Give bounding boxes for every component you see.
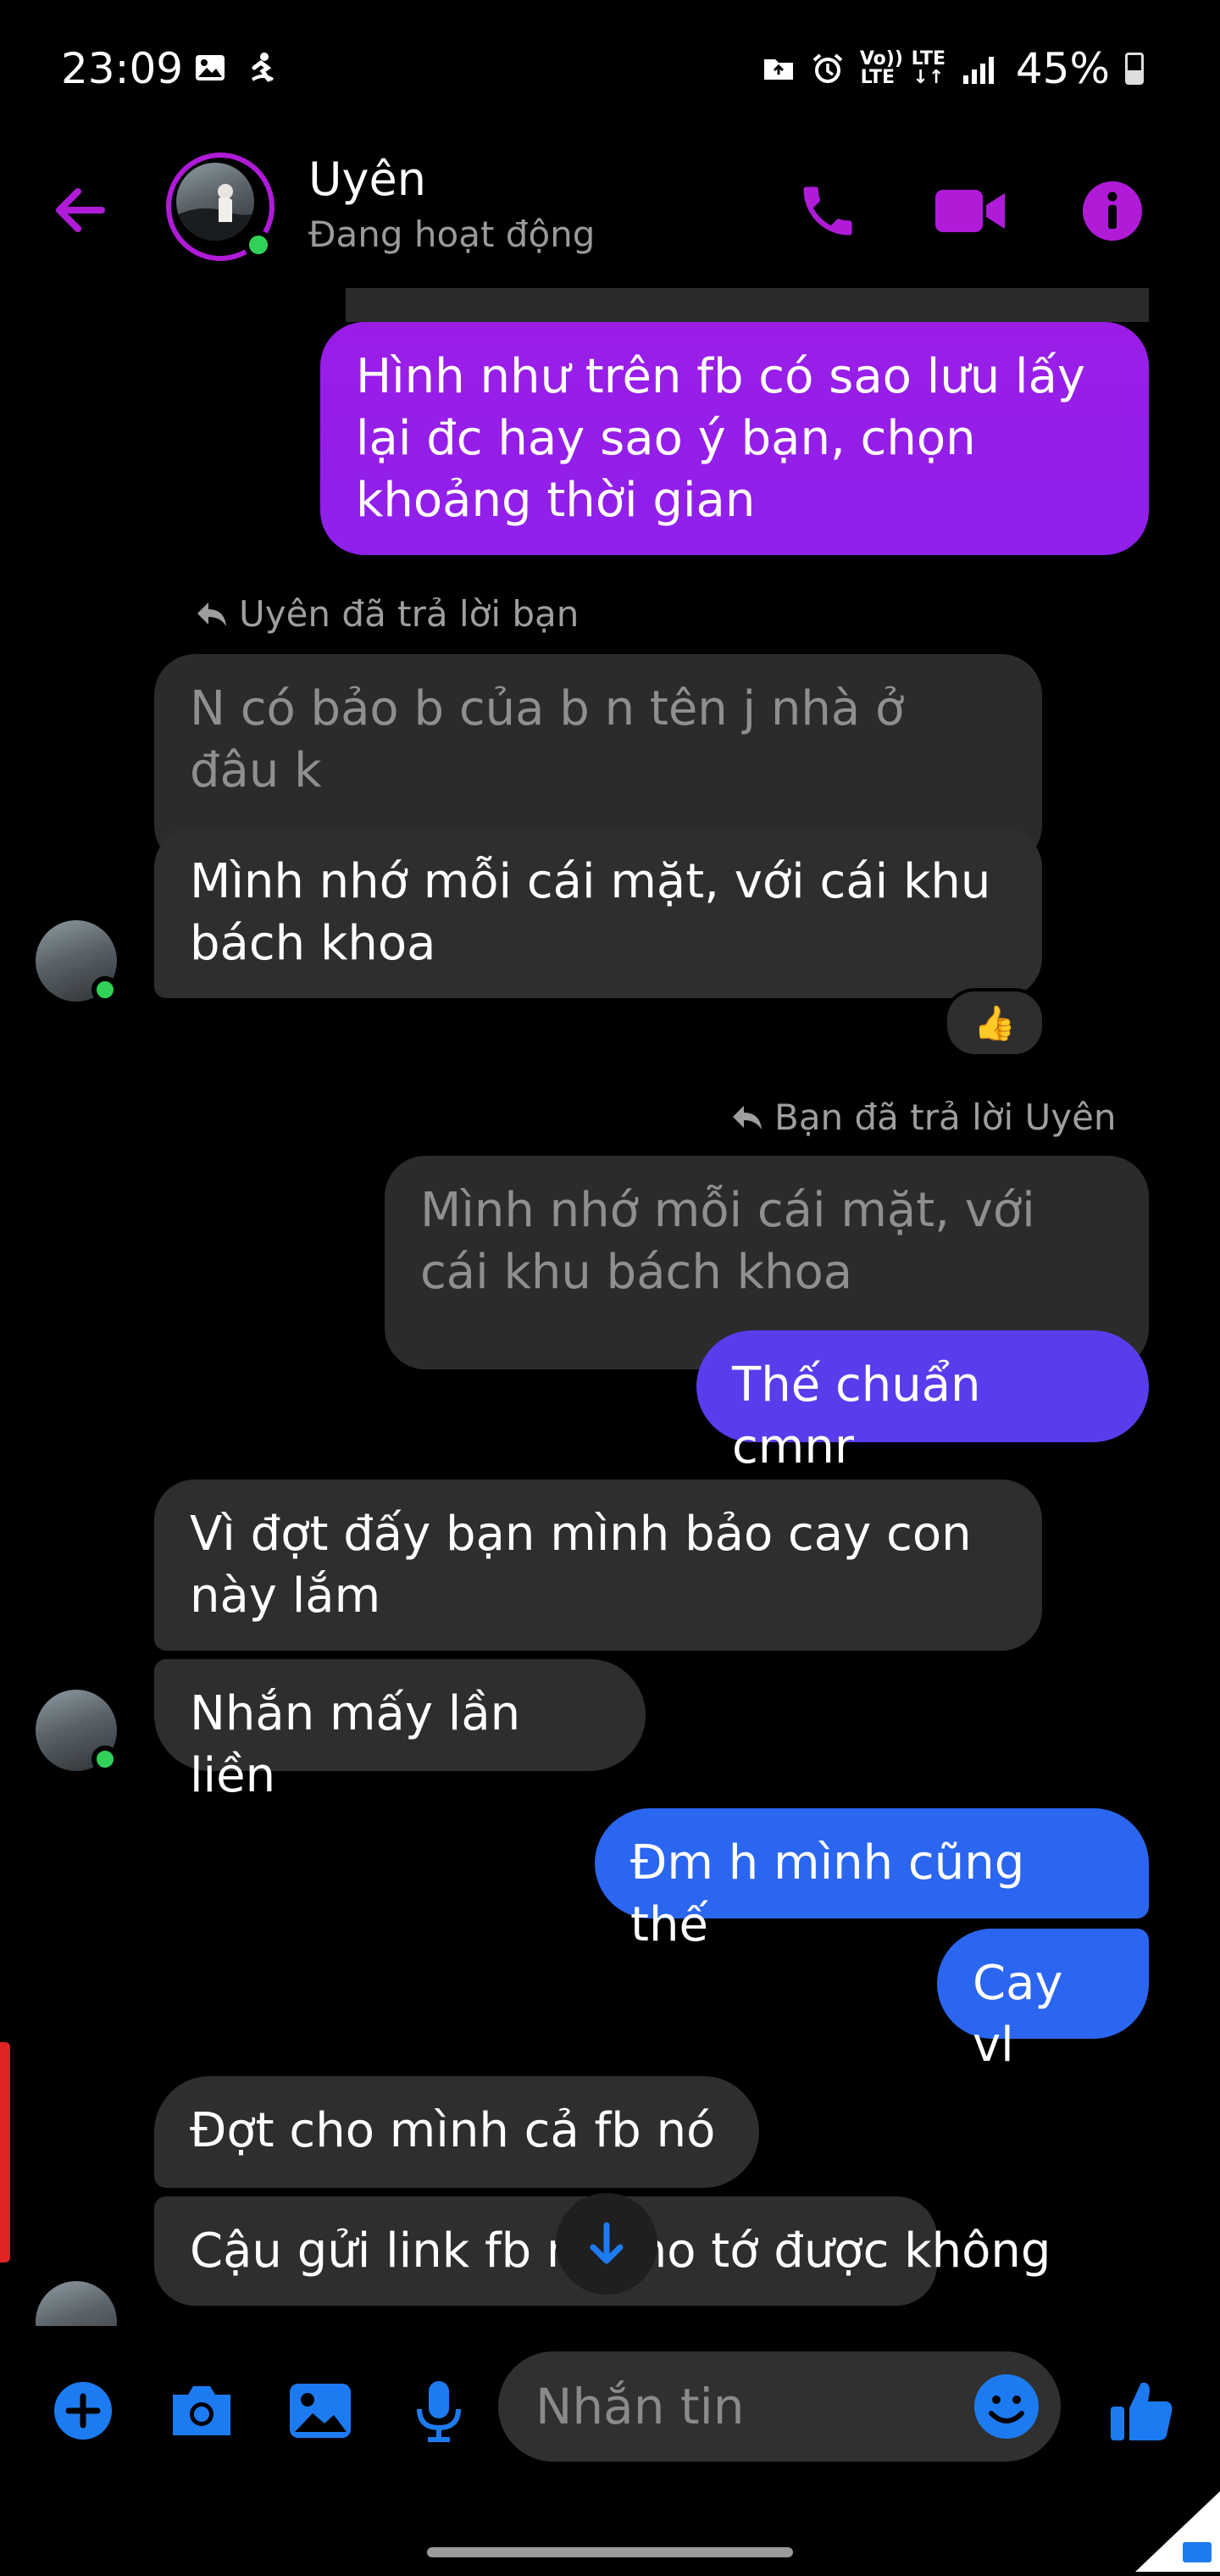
sender-avatar[interactable] bbox=[36, 1690, 119, 1773]
back-button[interactable] bbox=[47, 176, 115, 244]
sender-avatar[interactable] bbox=[36, 2281, 117, 2326]
info-button[interactable] bbox=[1074, 173, 1151, 249]
online-indicator bbox=[92, 976, 119, 1003]
composer-bar: Nhắn tin bbox=[0, 2326, 1220, 2487]
message-input[interactable]: Nhắn tin bbox=[498, 2351, 1061, 2462]
sender-avatar[interactable] bbox=[36, 920, 119, 1003]
message-bubble-out[interactable]: Đm h mình cũng thế bbox=[595, 1808, 1149, 1952]
secure-folder-shortcut-icon[interactable] bbox=[1135, 2457, 1220, 2576]
status-bar: 23:09 Vo)) LTE LTE ↓↑ 45% bbox=[0, 0, 1220, 144]
reply-note-text: Bạn đã trả lời Uyên bbox=[774, 1096, 1117, 1138]
signal-icon bbox=[962, 57, 994, 84]
message-bubble-in[interactable]: Nhắn mấy lần liền bbox=[154, 1659, 646, 1803]
edge-panel-handle[interactable] bbox=[0, 2042, 10, 2262]
video-call-button[interactable] bbox=[932, 173, 1008, 249]
chat-header: Uyên Đang hoạt động bbox=[0, 144, 1220, 288]
reply-note-text: Uyên đã trả lời bạn bbox=[239, 593, 580, 635]
battery-icon bbox=[1125, 53, 1144, 85]
online-indicator bbox=[92, 1746, 119, 1773]
volte-indicator: Vo)) LTE bbox=[859, 48, 903, 88]
message-input-placeholder: Nhắn tin bbox=[535, 2378, 745, 2435]
arrow-left-icon bbox=[56, 188, 105, 232]
camera-button[interactable] bbox=[161, 2370, 242, 2451]
plus-circle-icon bbox=[54, 2382, 112, 2440]
message-bubble-out[interactable]: Thế chuẩn cmnr bbox=[696, 1330, 1149, 1474]
system-icons: Vo)) LTE LTE ↓↑ 45% bbox=[762, 44, 1144, 93]
previous-message-edge bbox=[346, 288, 1149, 322]
active-status: Đang hoạt động bbox=[308, 214, 596, 255]
reply-arrow-icon bbox=[733, 1105, 762, 1130]
alarm-icon bbox=[812, 53, 843, 83]
thumbs-up-reaction-icon: 👍 bbox=[973, 1003, 1016, 1043]
camera-icon bbox=[173, 2386, 230, 2435]
like-button[interactable] bbox=[1101, 2370, 1183, 2451]
notification-icons bbox=[193, 51, 280, 85]
video-camera-icon bbox=[935, 190, 1005, 232]
reply-note: Bạn đã trả lời Uyên bbox=[730, 1096, 1117, 1138]
contact-name[interactable]: Uyên bbox=[308, 153, 426, 206]
message-bubble-in[interactable]: Cậu gửi link fb n ho tớ được không bbox=[154, 2196, 1051, 2306]
message-list[interactable]: Hình như trên fb có sao lưu lấy lại đc h… bbox=[0, 288, 1220, 2326]
scroll-to-bottom-button[interactable] bbox=[556, 2193, 657, 2295]
contact-avatar[interactable] bbox=[166, 153, 274, 261]
image-icon bbox=[290, 2384, 351, 2438]
message-bubble-in[interactable]: Đợt cho mình cả fb nó bbox=[154, 2076, 759, 2188]
arrow-down-icon bbox=[590, 2222, 624, 2264]
more-actions-button[interactable] bbox=[42, 2370, 124, 2451]
gallery-button[interactable] bbox=[280, 2370, 361, 2451]
phone-icon bbox=[803, 186, 852, 236]
lte-indicator: LTE ↓↑ bbox=[911, 48, 946, 88]
gesture-nav-bar[interactable] bbox=[427, 2547, 793, 2557]
avatar-image bbox=[176, 163, 254, 241]
reply-arrow-icon bbox=[197, 602, 226, 626]
microphone-icon bbox=[417, 2381, 461, 2442]
emoji-icon[interactable] bbox=[971, 2371, 1042, 2442]
status-time: 23:09 bbox=[61, 44, 184, 93]
fitness-notification-icon bbox=[251, 53, 274, 82]
message-bubble-out[interactable]: Hình như trên fb có sao lưu lấy lại đc h… bbox=[320, 322, 1149, 555]
reply-note: Uyên đã trả lời bạn bbox=[195, 593, 579, 635]
gallery-notification-icon bbox=[196, 55, 225, 80]
reaction-badge[interactable]: 👍 bbox=[944, 988, 1045, 1058]
message-bubble-in[interactable]: Vì đợt đấy bạn mình bảo cay con này lắm bbox=[154, 1480, 1042, 1651]
message-bubble-out[interactable]: Cay vl bbox=[937, 1929, 1149, 2073]
battery-percent: 45% bbox=[1015, 44, 1110, 93]
voice-call-button[interactable] bbox=[790, 173, 866, 249]
voice-message-button[interactable] bbox=[398, 2370, 480, 2451]
info-icon bbox=[1083, 181, 1142, 241]
thumbs-up-icon bbox=[1111, 2382, 1173, 2440]
secure-folder-icon bbox=[763, 59, 793, 80]
online-indicator bbox=[244, 230, 273, 259]
message-bubble-in[interactable]: Mình nhớ mỗi cái mặt, với cái khu bách k… bbox=[154, 827, 1042, 998]
